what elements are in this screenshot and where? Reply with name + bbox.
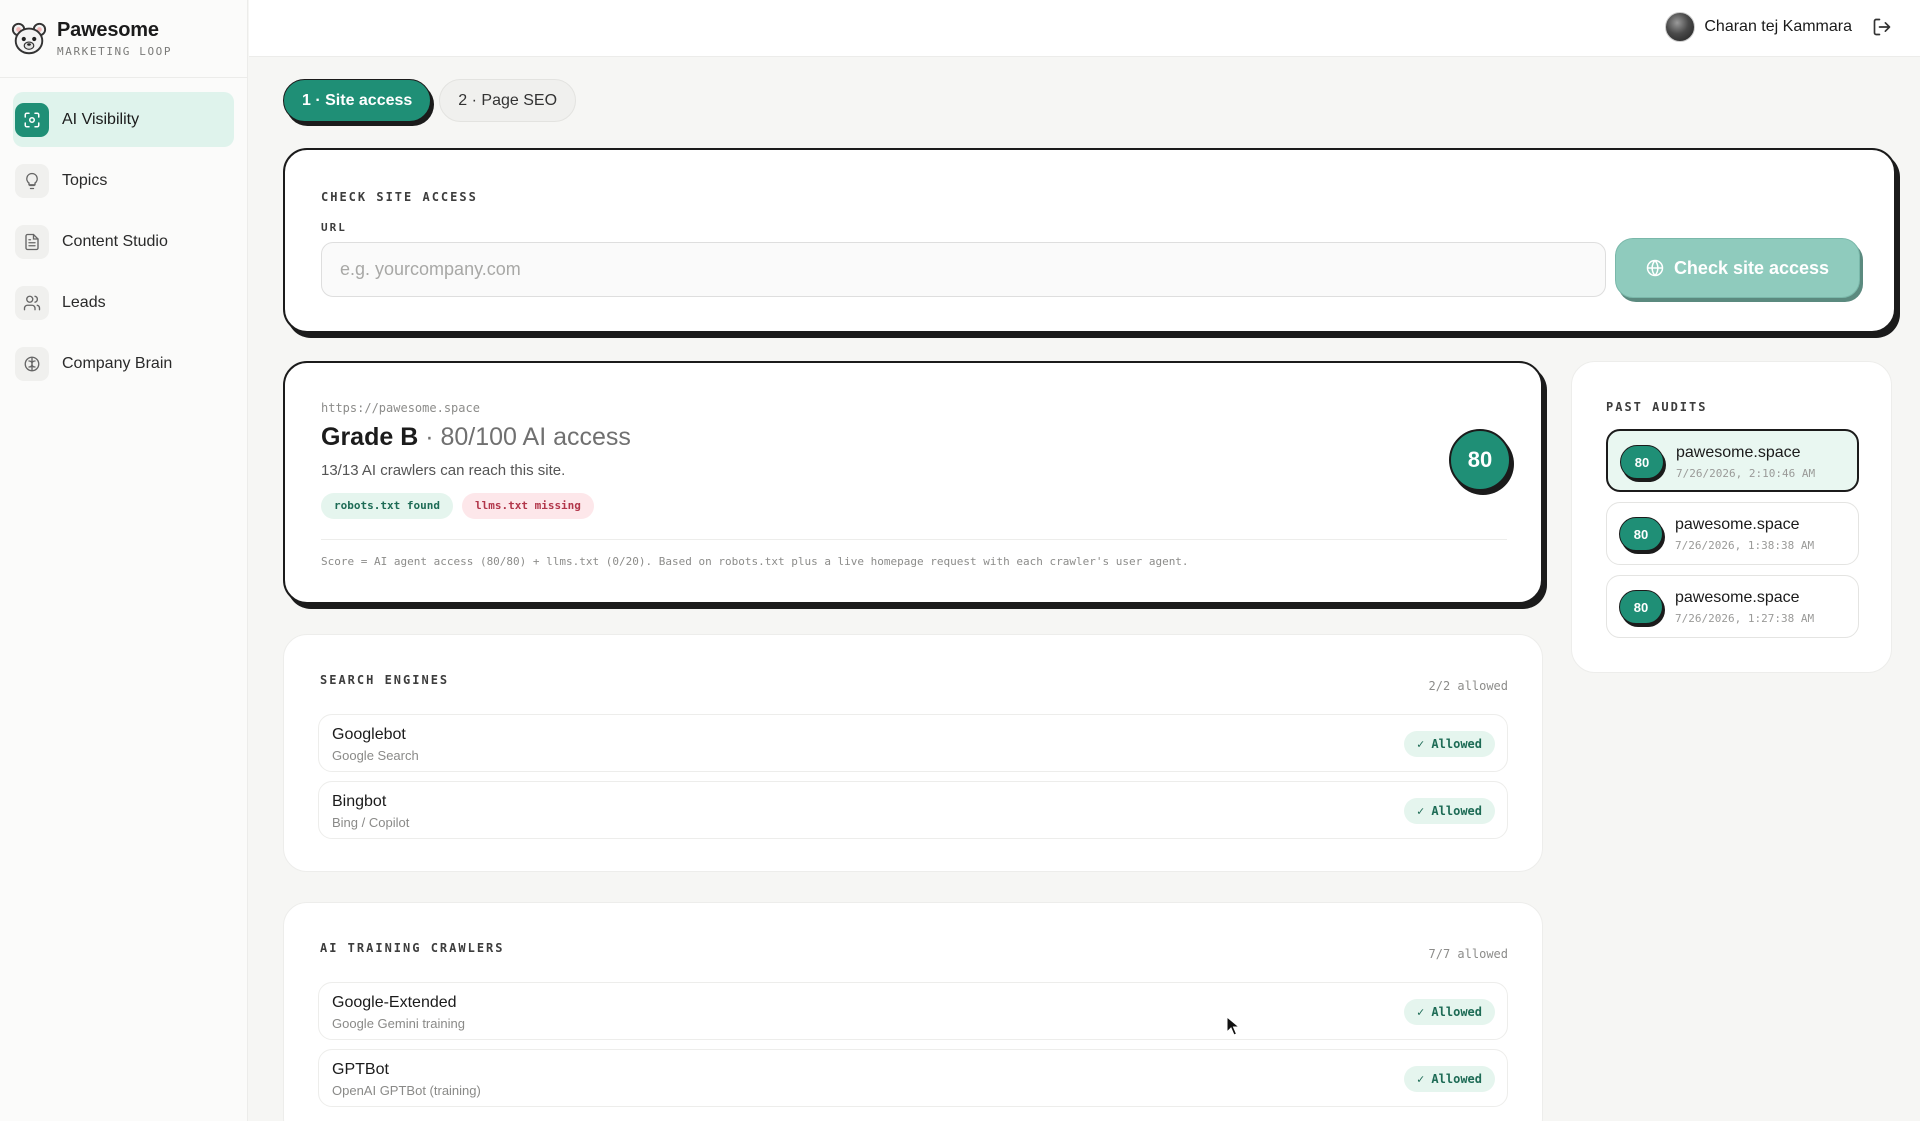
training-crawlers-label: AI TRAINING CRAWLERS xyxy=(320,941,505,955)
audit-domain: pawesome.space xyxy=(1675,516,1800,533)
divider xyxy=(321,539,1507,540)
grade-label: Grade B xyxy=(321,423,419,451)
lightbulb-icon xyxy=(15,163,49,198)
status-badges: robots.txt found llms.txt missing xyxy=(321,493,603,519)
crawler-desc: OpenAI GPTBot (training) xyxy=(332,1083,481,1098)
sidebar-item-label: Content Studio xyxy=(62,232,168,250)
table-row: Bingbot Bing / Copilot ✓ Allowed xyxy=(318,781,1508,839)
user-name: Charan tej Kammara xyxy=(1704,18,1852,35)
audit-time: 7/26/2026, 1:38:38 AM xyxy=(1675,539,1815,552)
sidebar-item-label: Leads xyxy=(62,293,106,311)
grade-heading: Grade B · 80/100 AI access xyxy=(321,423,631,452)
sidebar: Pawesome MARKETING LOOP AI Visibility To… xyxy=(0,0,248,1121)
crawler-name: Googlebot xyxy=(332,726,406,743)
search-engines-count: 2/2 allowed xyxy=(1428,679,1508,693)
ai-training-crawlers-card: AI TRAINING CRAWLERS 7/7 allowed Google-… xyxy=(283,902,1543,1121)
crawler-desc: Google Gemini training xyxy=(332,1016,465,1031)
check-site-access-button[interactable]: Check site access xyxy=(1615,238,1860,298)
audit-score: 80 xyxy=(1620,445,1664,479)
past-audits-label: PAST AUDITS xyxy=(1606,400,1708,414)
score-footnote: Score = AI agent access (80/80) + llms.t… xyxy=(321,555,1189,568)
sidebar-item-ai-visibility[interactable]: AI Visibility xyxy=(13,92,234,147)
crawler-name: GPTBot xyxy=(332,1061,389,1078)
bear-logo-icon xyxy=(11,22,47,54)
brain-icon xyxy=(15,346,49,381)
section-label: CHECK SITE ACCESS xyxy=(321,190,478,204)
result-summary: 13/13 AI crawlers can reach this site. xyxy=(321,462,566,479)
sidebar-nav: AI Visibility Topics Content Studio Lead… xyxy=(0,78,247,411)
document-icon xyxy=(15,224,49,259)
crawler-desc: Google Search xyxy=(332,748,419,763)
check-button-label: Check site access xyxy=(1673,257,1830,278)
audit-score: 80 xyxy=(1619,590,1663,624)
user-menu[interactable]: Charan tej Kammara xyxy=(1665,12,1852,42)
sidebar-item-content-studio[interactable]: Content Studio xyxy=(13,214,234,269)
audit-time: 7/26/2026, 1:27:38 AM xyxy=(1675,612,1815,625)
audit-time: 7/26/2026, 2:10:46 AM xyxy=(1676,467,1816,480)
past-audits-card: PAST AUDITS 80 pawesome.space 7/26/2026,… xyxy=(1571,361,1892,673)
url-label: URL xyxy=(321,221,347,234)
sidebar-item-leads[interactable]: Leads xyxy=(13,275,234,330)
brand-subtitle: MARKETING LOOP xyxy=(57,45,173,58)
scan-face-icon xyxy=(15,102,49,137)
past-audit-item[interactable]: 80 pawesome.space 7/26/2026, 1:38:38 AM xyxy=(1606,502,1859,565)
crawler-name: Bingbot xyxy=(332,793,387,810)
table-row: Google-Extended Google Gemini training ✓… xyxy=(318,982,1508,1040)
past-audit-item[interactable]: 80 pawesome.space 7/26/2026, 2:10:46 AM xyxy=(1606,429,1859,492)
past-audit-item[interactable]: 80 pawesome.space 7/26/2026, 1:27:38 AM xyxy=(1606,575,1859,638)
crawler-name: Google-Extended xyxy=(332,994,457,1011)
tab-site-access[interactable]: 1 · Site access xyxy=(283,79,432,122)
users-icon xyxy=(15,285,49,320)
search-engines-label: SEARCH ENGINES xyxy=(320,673,450,687)
brand-name: Pawesome xyxy=(57,19,159,41)
status-badge: ✓ Allowed xyxy=(1403,999,1495,1025)
step-tabs: 1 · Site access 2 · Page SEO xyxy=(283,79,584,122)
sidebar-item-label: Topics xyxy=(62,171,108,189)
status-badge-llms: llms.txt missing xyxy=(461,493,594,519)
logout-icon[interactable] xyxy=(1872,17,1892,37)
training-crawlers-count: 7/7 allowed xyxy=(1428,947,1508,961)
audit-score: 80 xyxy=(1619,517,1663,551)
globe-icon xyxy=(1646,259,1664,277)
mouse-cursor-icon xyxy=(1226,1016,1240,1036)
status-badge: ✓ Allowed xyxy=(1403,798,1495,824)
crawler-desc: Bing / Copilot xyxy=(332,815,410,830)
table-row: GPTBot OpenAI GPTBot (training) ✓ Allowe… xyxy=(318,1049,1508,1107)
brand[interactable]: Pawesome MARKETING LOOP xyxy=(0,0,247,78)
status-badge-robots: robots.txt found xyxy=(321,493,453,519)
sidebar-item-topics[interactable]: Topics xyxy=(13,153,234,208)
check-site-access-card: CHECK SITE ACCESS URL Check site access xyxy=(283,148,1896,333)
score-badge: 80 xyxy=(1449,429,1511,491)
status-badge: ✓ Allowed xyxy=(1403,1066,1495,1092)
result-url: https://pawesome.space xyxy=(321,401,480,415)
avatar xyxy=(1665,12,1696,42)
sidebar-item-label: Company Brain xyxy=(62,354,173,372)
sidebar-item-label: AI Visibility xyxy=(62,110,140,128)
status-badge: ✓ Allowed xyxy=(1403,731,1495,757)
search-engines-card: SEARCH ENGINES 2/2 allowed Googlebot Goo… xyxy=(283,634,1543,872)
url-input[interactable] xyxy=(321,242,1606,297)
audit-domain: pawesome.space xyxy=(1676,444,1801,461)
score-text: · 80/100 AI access xyxy=(418,423,631,451)
sidebar-item-company-brain[interactable]: Company Brain xyxy=(13,336,234,391)
audit-domain: pawesome.space xyxy=(1675,589,1800,606)
result-card: https://pawesome.space Grade B · 80/100 … xyxy=(283,361,1543,604)
table-row: Googlebot Google Search ✓ Allowed xyxy=(318,714,1508,772)
top-bar: Charan tej Kammara xyxy=(249,0,1920,57)
tab-page-seo[interactable]: 2 · Page SEO xyxy=(439,79,577,122)
